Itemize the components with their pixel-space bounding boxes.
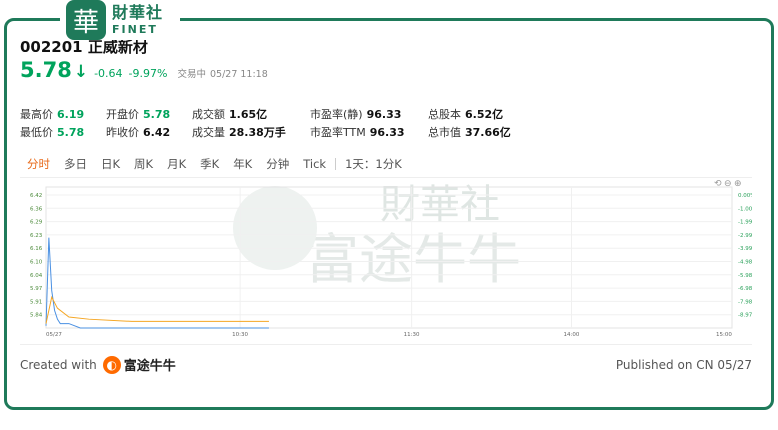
stat-value: 96.33: [366, 108, 402, 121]
y-tick-label: 6.16: [30, 246, 43, 252]
stat-pe-static: 市盈率(静) 96.33: [310, 106, 401, 122]
stat-label: 开盘价: [106, 108, 139, 121]
tab-multi-day[interactable]: 多日: [57, 156, 94, 172]
tab-tick[interactable]: Tick: [296, 157, 333, 171]
down-arrow-icon: ↓: [73, 62, 89, 82]
y-tick-label: 6.36: [30, 206, 43, 212]
stat-label: 昨收价: [106, 126, 139, 139]
tab-monthly-k[interactable]: 月K: [160, 156, 193, 172]
stat-high: 最高价 6.19: [20, 106, 84, 122]
watermark-logo: [233, 186, 317, 270]
stat-value: 6.52亿: [465, 108, 504, 121]
pct-tick-label: -8.97%: [738, 313, 752, 319]
x-tick-label: 05/27: [46, 332, 62, 338]
chart-svg: 財華社 富途牛牛 6.420.00%6.36-1.00%6.29-1.99%6.…: [30, 179, 757, 338]
intraday-chart: 財華社 富途牛牛 6.420.00%6.36-1.00%6.29-1.99%6.…: [20, 178, 757, 344]
y-tick-label: 6.29: [30, 220, 43, 226]
quote-row: 5.78 ↓ -0.64 -9.97% 交易中 05/27 11:18: [20, 58, 268, 82]
zoom-out-icon[interactable]: ⊖: [724, 179, 732, 189]
tab-interval-select[interactable]: 1天：1分K: [338, 156, 409, 172]
pct-tick-label: -2.99%: [738, 233, 752, 239]
stat-label: 总股本: [428, 108, 461, 121]
x-tick-label: 14:00: [563, 332, 579, 338]
stat-value: 6.42: [143, 126, 171, 139]
finet-logo: 華 財華社 FINET: [60, 0, 180, 40]
logo-en: FINET: [112, 23, 158, 36]
y-tick-label: 6.23: [30, 233, 43, 239]
stat-label: 市盈率TTM: [310, 126, 366, 139]
stat-pe-ttm: 市盈率TTM 96.33: [310, 124, 405, 140]
stat-value: 5.78: [143, 108, 171, 121]
pct-tick-label: -6.98%: [738, 286, 752, 292]
chart-controls: ⟲ ⊖ ⊕: [714, 179, 742, 189]
pct-tick-label: 0.00%: [738, 193, 752, 199]
y-tick-label: 6.42: [30, 193, 42, 199]
pct-tick-label: -5.98%: [738, 273, 752, 279]
published-date: Published on CN 05/27: [615, 357, 752, 372]
futu-brand-label: 富途牛牛: [123, 359, 176, 374]
stat-value: 96.33: [369, 126, 405, 139]
stat-label: 最高价: [20, 108, 53, 121]
pct-tick-label: -7.98%: [738, 299, 752, 305]
reset-icon[interactable]: ⟲: [714, 179, 722, 189]
stat-turnover: 成交额 1.65亿: [192, 106, 267, 122]
created-with-label: Created with: [20, 357, 97, 372]
stat-value: 6.19: [57, 108, 85, 121]
y-tick-label: 5.84: [30, 313, 43, 319]
pct-tick-label: -4.98%: [738, 260, 752, 266]
price-change: -0.64: [94, 67, 123, 80]
stat-market-cap: 总市值 37.66亿: [428, 124, 511, 140]
x-tick-label: 10:30: [232, 332, 248, 338]
trading-status: 交易中: [177, 69, 206, 80]
footer: Created with ◐ 富途牛牛 Published on CN 05/2…: [20, 344, 752, 384]
stat-value: 28.38万手: [229, 126, 286, 139]
stat-volume: 成交量 28.38万手: [192, 124, 286, 140]
current-price: 5.78: [20, 58, 72, 82]
futu-brand[interactable]: ◐ 富途牛牛: [102, 355, 176, 374]
watermark-text-2: 富途牛牛: [305, 228, 521, 291]
stat-label: 总市值: [428, 126, 461, 139]
tab-weekly-k[interactable]: 周K: [127, 156, 160, 172]
tab-daily-k[interactable]: 日K: [94, 156, 127, 172]
stat-value: 5.78: [57, 126, 85, 139]
stat-label: 成交额: [192, 108, 225, 121]
y-tick-label: 5.91: [30, 299, 42, 305]
pct-tick-label: -3.99%: [738, 246, 752, 252]
stat-label: 最低价: [20, 126, 53, 139]
stat-value: 1.65亿: [229, 108, 268, 121]
stat-open: 开盘价 5.78: [106, 106, 170, 122]
y-tick-label: 6.10: [30, 260, 43, 266]
x-tick-label: 11:30: [404, 332, 420, 338]
stat-label: 市盈率(静): [310, 108, 363, 121]
pct-tick-label: -1.00%: [738, 206, 752, 212]
logo-cn: 財華社: [112, 3, 164, 22]
stat-value: 37.66亿: [465, 126, 511, 139]
pct-tick-label: -1.99%: [738, 220, 752, 226]
zoom-in-icon[interactable]: ⊕: [734, 179, 742, 189]
stat-prev-close: 昨收价 6.42: [106, 124, 170, 140]
quote-time: 05/27 11:18: [209, 69, 268, 80]
tab-minute[interactable]: 分钟: [259, 156, 296, 172]
created-with: Created with ◐ 富途牛牛: [20, 355, 176, 374]
futu-logo-icon: ◐: [102, 355, 121, 374]
chart-tabs: 分时 多日 日K 周K 月K 季K 年K 分钟 Tick 1天：1分K: [20, 150, 752, 178]
finet-logo-icon: 華: [66, 0, 106, 40]
logo-text: 財華社 FINET: [112, 3, 164, 36]
tab-intraday[interactable]: 分时: [20, 156, 57, 172]
stat-low: 最低价 5.78: [20, 124, 84, 140]
y-tick-label: 6.04: [30, 273, 43, 279]
stat-label: 成交量: [192, 126, 225, 139]
stat-total-shares: 总股本 6.52亿: [428, 106, 503, 122]
x-tick-label: 15:00: [716, 332, 732, 338]
tab-quarterly-k[interactable]: 季K: [193, 156, 226, 172]
price-change-pct: -9.97%: [128, 67, 168, 80]
y-tick-label: 5.97: [30, 286, 43, 292]
tab-yearly-k[interactable]: 年K: [226, 156, 259, 172]
tab-divider: [335, 157, 337, 170]
